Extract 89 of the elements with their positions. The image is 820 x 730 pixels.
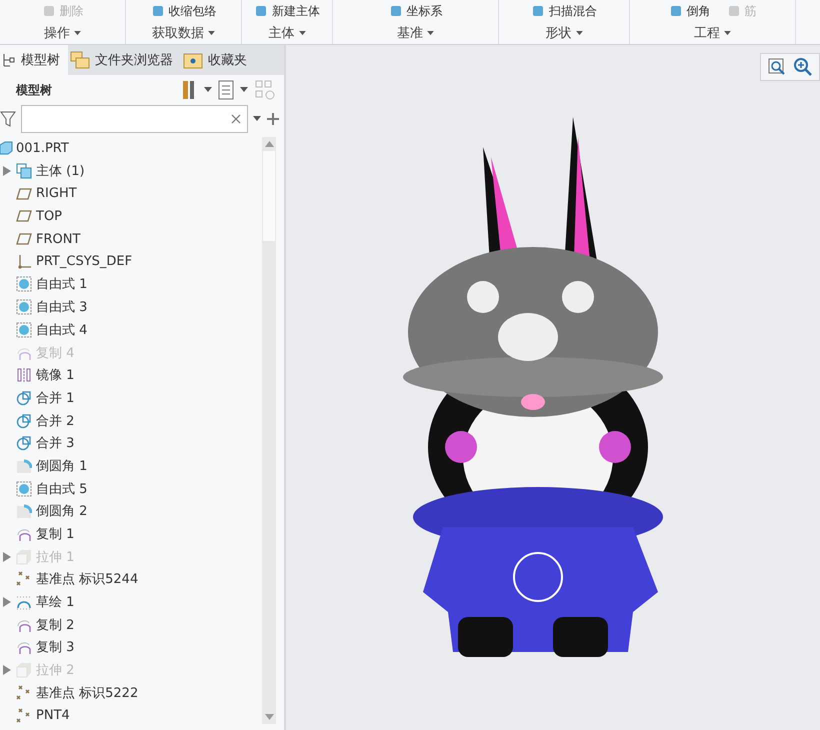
ribbon-button[interactable]: 倒角	[664, 0, 714, 22]
zoom-in-icon[interactable]	[793, 57, 813, 77]
ribbon-button[interactable]: 收缩包络	[146, 0, 220, 22]
group-menu[interactable]: 形状	[542, 22, 586, 44]
add-icon[interactable]	[266, 112, 280, 126]
caret-icon	[724, 30, 731, 36]
tree-item[interactable]: 合并 2	[36, 412, 74, 430]
folder-icon	[183, 51, 203, 69]
scroll-down-icon[interactable]	[264, 714, 274, 720]
datum-points-icon	[16, 571, 32, 588]
tool-icon	[150, 4, 164, 18]
sphere-icon	[16, 276, 32, 292]
tree-icon	[2, 52, 16, 68]
plane-icon	[16, 231, 32, 248]
tree-item[interactable]: 倒圆角 1	[36, 456, 88, 475]
sphere-icon	[16, 480, 32, 497]
group-menu[interactable]: 操作	[40, 22, 85, 44]
expand-arrow-icon[interactable]	[3, 597, 11, 608]
plane-icon	[16, 208, 32, 224]
tree-item[interactable]: 复制 1	[36, 525, 74, 544]
group-menu[interactable]: 基准	[393, 22, 438, 44]
box-icon	[16, 662, 32, 678]
tool-icon	[726, 4, 740, 18]
stacked-cubes-icon	[16, 163, 32, 180]
caret-icon	[74, 30, 81, 36]
search-field[interactable]	[21, 105, 248, 133]
caret-icon[interactable]	[204, 87, 212, 93]
ribbon-button[interactable]: 新建主体	[250, 0, 324, 22]
tool-icon	[531, 4, 545, 18]
tree-item[interactable]: 基准点 标识5222	[36, 684, 138, 702]
cube-icon	[0, 140, 14, 156]
tree-item[interactable]: PNT4	[36, 708, 70, 724]
mirror-icon	[16, 367, 32, 384]
group-menu[interactable]: 主体	[264, 22, 310, 44]
tree-item[interactable]: 自由式 1	[36, 275, 88, 294]
tab[interactable]: 模型树	[0, 45, 68, 75]
tree-item[interactable]: 自由式 5	[36, 480, 88, 498]
group-menu[interactable]: 获取数据	[148, 22, 219, 44]
scroll-up-icon[interactable]	[264, 141, 274, 147]
zoom-fit-icon[interactable]	[767, 57, 787, 77]
round-icon	[16, 503, 32, 520]
tool-icon	[254, 4, 268, 18]
caret-icon	[427, 30, 434, 36]
tree-item[interactable]: PRT_CSYS_DEF	[36, 254, 132, 270]
tree-item[interactable]: 镜像 1	[36, 366, 74, 384]
sphere-icon	[16, 322, 32, 338]
tree-item[interactable]: 倒圆角 2	[36, 502, 88, 520]
panel-title: 模型树	[16, 82, 53, 98]
caret-icon	[208, 30, 215, 36]
ribbon-button[interactable]: 扫描混合	[527, 0, 601, 22]
expand-arrow-icon[interactable]	[3, 166, 11, 176]
tree-item[interactable]: 主体 (1)	[36, 162, 85, 180]
round-icon	[16, 458, 32, 474]
filter-icon[interactable]	[0, 110, 16, 128]
caret-icon	[576, 30, 582, 36]
list-icon[interactable]	[218, 80, 234, 100]
sphere-icon	[16, 299, 32, 316]
tool-icon	[388, 4, 402, 18]
axes-icon	[16, 254, 32, 270]
tree-item[interactable]: 自由式 4	[36, 320, 88, 339]
tree-item[interactable]: RIGHT	[36, 186, 77, 202]
merge-icon	[16, 435, 32, 452]
box-icon	[16, 548, 32, 565]
tree-item[interactable]: 自由式 3	[36, 298, 88, 316]
tree-item[interactable]: 基准点 标识5244	[36, 570, 138, 588]
caret-icon	[298, 30, 306, 36]
clear-icon[interactable]	[231, 114, 241, 124]
datum-points-icon	[16, 708, 32, 724]
merge-icon	[16, 390, 32, 406]
tree-item[interactable]: 001.PRT	[16, 140, 69, 156]
datum-points-icon	[16, 684, 32, 701]
tree-item[interactable]: 草绘 1	[36, 593, 74, 612]
tree-item[interactable]: 合并 1	[36, 388, 74, 407]
merge-icon	[16, 412, 32, 429]
caret-icon[interactable]	[253, 116, 261, 122]
plane-icon	[16, 186, 32, 202]
tree-item[interactable]: 复制 2	[36, 616, 74, 634]
caret-icon[interactable]	[240, 87, 248, 93]
sketch-arc-icon	[16, 594, 32, 610]
folders-icon	[70, 51, 90, 69]
tool-icon	[668, 4, 682, 18]
tree-item[interactable]: 合并 3	[36, 434, 74, 452]
ribbon-button[interactable]: 坐标系	[384, 0, 446, 22]
group-menu[interactable]: 工程	[690, 22, 735, 44]
scrollbar[interactable]	[262, 137, 276, 724]
tree-item[interactable]: TOP	[36, 208, 62, 224]
tree-item[interactable]: FRONT	[36, 232, 80, 247]
tool-icon	[42, 4, 56, 18]
tree-item[interactable]: 复制 3	[36, 638, 74, 656]
